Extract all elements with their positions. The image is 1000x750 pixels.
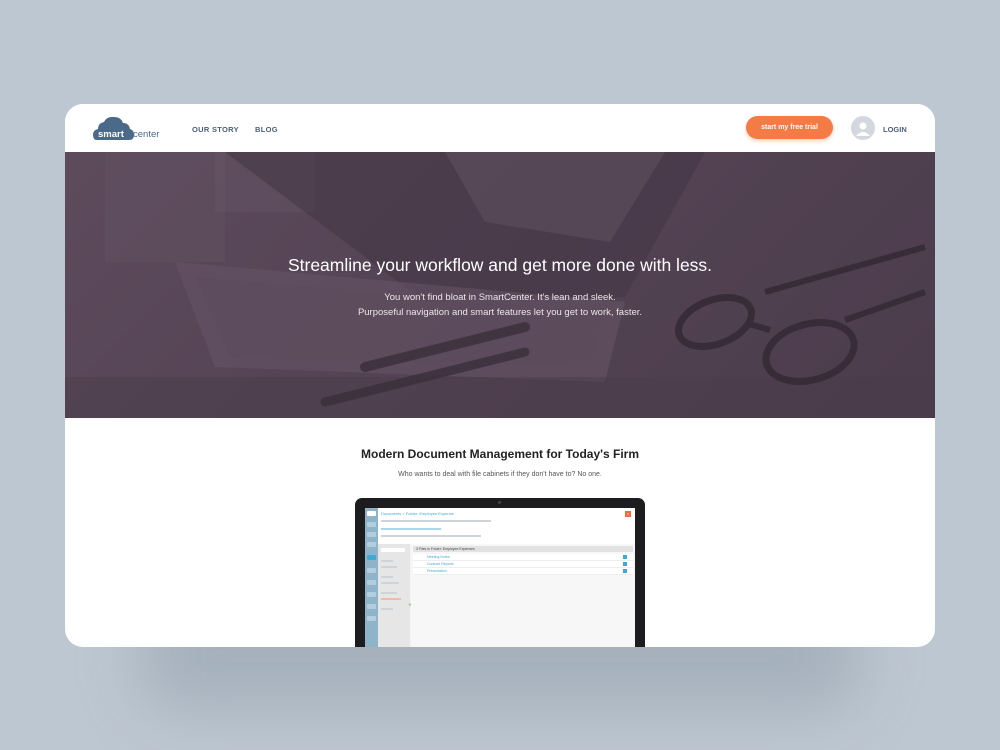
hero-title: Streamline your workflow and get more do…	[287, 255, 713, 275]
laptop-mockup: Documents > Folder: Employee Expense × +…	[355, 498, 645, 647]
app-file-list: 3 Files in Folder: Employee Expenses Mee…	[411, 544, 635, 647]
app-folder-bar: 3 Files in Folder: Employee Expenses	[413, 546, 633, 552]
app-file-row: Contract Reports	[413, 561, 633, 568]
app-file-icon	[623, 569, 627, 573]
app-nav-icon	[367, 522, 376, 527]
app-nav-icon	[367, 532, 376, 537]
app-folder-line	[381, 576, 393, 578]
app-sidebar	[365, 508, 378, 647]
app-search-box	[381, 548, 405, 552]
app-breadcrumb: Documents > Folder: Employee Expense	[381, 511, 454, 516]
login-link[interactable]: LOGIN	[883, 125, 907, 134]
app-file-name: Presentation	[427, 569, 447, 573]
app-nav-icon	[367, 580, 376, 585]
app-nav-icon	[367, 592, 376, 597]
app-folder-line	[381, 582, 399, 584]
app-file-row: Presentation	[413, 568, 633, 575]
hero-banner: Streamline your workflow and get more do…	[65, 152, 935, 418]
app-nav-icon	[367, 604, 376, 609]
app-nav-icon	[367, 568, 376, 573]
app-close-icon: ×	[625, 511, 631, 517]
app-folder-line	[381, 592, 397, 594]
app-file-row: Meeting Notes	[413, 554, 633, 561]
app-folder-panel: +	[378, 544, 412, 647]
app-topbar: Documents > Folder: Employee Expense ×	[378, 508, 635, 544]
app-file-name: Meeting Notes	[427, 555, 450, 559]
camera-dot	[498, 501, 501, 504]
app-meta-line	[381, 520, 491, 522]
app-screenshot: Documents > Folder: Employee Expense × +…	[365, 508, 635, 647]
free-trial-button[interactable]: start my free trial	[746, 116, 833, 139]
app-file-icon	[623, 562, 627, 566]
hero-subtitle-line2: Purposeful navigation and smart features…	[357, 307, 643, 318]
app-folder-line	[381, 566, 397, 568]
app-folder-line	[381, 608, 393, 610]
app-nav-icon	[367, 542, 376, 547]
app-logo-icon	[367, 511, 376, 516]
app-nav-icon-active	[367, 555, 376, 560]
section-subtitle: Who wants to deal with file cabinets if …	[398, 471, 602, 478]
smartcenter-logo[interactable]: smart center	[93, 114, 169, 144]
app-nav-icon	[367, 616, 376, 621]
app-file-name: Contract Reports	[427, 562, 454, 566]
svg-text:center: center	[133, 129, 159, 140]
app-file-icon	[623, 555, 627, 559]
hero-subtitle-line1: You won't find bloat in SmartCenter. It'…	[384, 292, 616, 303]
app-folder-line	[381, 598, 401, 600]
website-card: smart center OUR STORY BLOG start my fre…	[65, 104, 935, 647]
site-header: smart center OUR STORY BLOG start my fre…	[65, 104, 935, 152]
hero-background-photo	[65, 152, 935, 418]
app-meta-line	[381, 528, 441, 530]
app-meta-line	[381, 535, 481, 537]
nav-our-story[interactable]: OUR STORY	[192, 125, 239, 134]
user-avatar-icon[interactable]	[851, 116, 875, 140]
section-title: Modern Document Management for Today's F…	[361, 447, 639, 461]
nav-blog[interactable]: BLOG	[255, 125, 278, 134]
app-folder-line	[381, 560, 393, 562]
svg-text:smart: smart	[98, 129, 125, 140]
